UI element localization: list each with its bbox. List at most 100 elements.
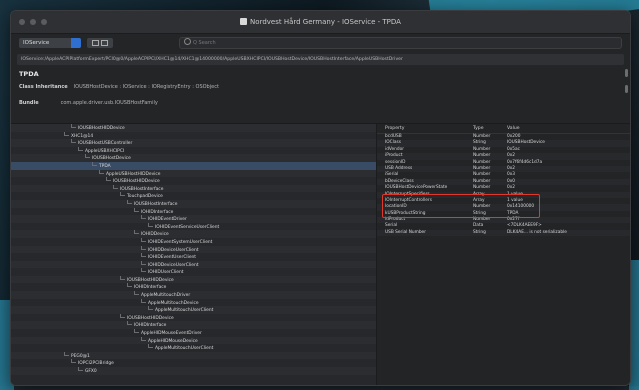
search-field[interactable]: Q Search	[179, 37, 622, 49]
tree-connector-icon	[64, 351, 69, 356]
tree-connector-icon	[78, 146, 83, 151]
tree-row[interactable]: AppleHIDMouseEventDriver	[11, 329, 376, 337]
tree-row-label: IOPCI2PCIBridge	[78, 361, 114, 367]
tree-row[interactable]: IOHIDInterface	[11, 283, 376, 291]
entry-header: TPDA Class Inheritance IOUSBHostDevice : …	[11, 67, 630, 106]
tree-row[interactable]: IOHIDInterface	[11, 207, 376, 216]
tree-connector-icon	[127, 283, 132, 288]
tree-connector-icon	[71, 139, 76, 144]
tree-row-label: IOHIDDeviceUserClient	[148, 262, 199, 268]
tree-row[interactable]: XHC1@14	[11, 131, 376, 140]
tree-row[interactable]: AppleUSBXHCIPCI	[11, 146, 376, 155]
tree-row[interactable]: AppleHIDMouseDevice	[11, 336, 376, 345]
tree-row-label: GFX0	[85, 369, 97, 374]
tree-row[interactable]: IOHIDEventServiceUserClient	[11, 222, 376, 231]
tree-row-label: PEG0@1	[71, 353, 90, 359]
tree-row-label: AppleUSBHostHIDDevice	[106, 171, 161, 177]
tree-connector-icon	[85, 154, 90, 159]
tree-row-label: IOHIDEventServiceUserClient	[155, 224, 220, 230]
tree-row[interactable]: IOHIDEventUserClient	[11, 253, 376, 261]
tree-connector-icon	[106, 177, 111, 182]
tree-connector-icon	[99, 169, 104, 174]
highlight-annotation	[382, 194, 540, 218]
tree-row-label: IOHIDInterface	[141, 209, 174, 215]
tree-connector-icon	[141, 245, 146, 250]
tree-row-label: IOUSBHostInterface	[120, 186, 164, 192]
tree-row[interactable]: IOUSBHostInterface	[11, 199, 376, 208]
properties-pane: Property Type Value bcdUSB Number 0x200 IOC…	[377, 124, 630, 385]
tree-row[interactable]: PEG0@1	[11, 351, 376, 360]
tree-row[interactable]: IOUSBHostUSBController	[11, 139, 376, 147]
tree-row[interactable]: IOHIDDeviceUserClient	[11, 245, 376, 254]
tree-connector-icon	[92, 161, 97, 166]
tree-connector-icon	[127, 321, 132, 326]
tree-connector-icon	[120, 313, 125, 318]
content-panes: IOUSBHostHIDDevice XHC1@14 IOUSBHostUSBCon…	[11, 123, 630, 385]
tree-row[interactable]: IOUSBHostHIDDevice	[11, 313, 376, 322]
tree-row-label: AppleMultitouchUserClient	[155, 346, 214, 352]
title-bar[interactable]: Nordvest Hård Germany - IOService - TPDA	[11, 11, 630, 34]
tree-row[interactable]: IOUSBHostInterface	[11, 184, 376, 193]
header-scroll-down[interactable]	[625, 85, 628, 93]
tree-connector-icon	[71, 124, 76, 128]
tree-row-label: IOHIDEventUserClient	[148, 255, 197, 261]
tree-connector-icon	[148, 344, 153, 349]
tree-connector-icon	[113, 184, 118, 189]
header-scroll-up[interactable]	[625, 69, 628, 77]
tree-row-label: IOUSBHostDevice	[92, 156, 131, 162]
tree-row[interactable]: AppleMultitouchDevice	[11, 298, 376, 307]
tree-row[interactable]: IOHIDInterface	[11, 321, 376, 330]
tree-connector-icon	[148, 306, 153, 311]
tree-connector-icon	[134, 230, 139, 235]
tree-row-label: IOUSBHostHIDDevice	[127, 315, 174, 321]
tree-row[interactable]: AppleUSBHostHIDDevice	[11, 169, 376, 178]
tree-row[interactable]: IOUSBHostDevice	[11, 154, 376, 162]
view-mode-toggle[interactable]	[87, 38, 113, 48]
column-type[interactable]: Type	[473, 124, 507, 133]
tree-row-label: TPDA	[99, 163, 111, 169]
tree-row[interactable]: IOHIDEventSystemUserClient	[11, 237, 376, 246]
path-bar[interactable]: IOService:/AppleACPIPlatformExpert/PCI0@…	[17, 54, 624, 65]
tree-row[interactable]: IOPCI2PCIBridge	[11, 359, 376, 367]
registry-tree[interactable]: IOUSBHostHIDDevice XHC1@14 IOUSBHostUSBCon…	[11, 124, 377, 385]
ioregistry-window: Nordvest Hård Germany - IOService - TPDA…	[10, 10, 631, 386]
column-value[interactable]: Value	[507, 124, 630, 133]
tree-row-label: IOHIDDevice	[141, 232, 169, 238]
tree-connector-icon	[141, 336, 146, 341]
tree-row[interactable]: IOUSBHostHIDDevice	[11, 177, 376, 185]
tree-row[interactable]: IOUSBHostHIDDevice	[11, 124, 376, 132]
tree-row-label: AppleMultitouchDevice	[148, 300, 199, 306]
property-row[interactable]: USB Serial Number String DLK4AE... is not …	[377, 229, 630, 237]
tree-row-label: IOHIDEventSystemUserClient	[148, 239, 213, 245]
property-type: String	[473, 229, 486, 235]
tree-connector-icon	[141, 260, 146, 265]
column-view-icon	[101, 40, 108, 46]
tree-row[interactable]: IOHIDUserClient	[11, 268, 376, 276]
tree-row-label: IOUSBHostHIDDevice	[78, 126, 125, 131]
tree-row[interactable]: AppleMultitouchDriver	[11, 291, 376, 299]
tree-row-label: IOHIDDeviceUserClient	[148, 247, 199, 253]
tree-row-label: TouchpadDevice	[127, 194, 163, 200]
tree-row-label: IOHIDUserClient	[148, 270, 184, 276]
tree-row[interactable]: IOHIDEventDriver	[11, 215, 376, 223]
tree-row[interactable]: IOHIDDeviceUserClient	[11, 260, 376, 269]
tree-row[interactable]: GFX0	[11, 367, 376, 375]
tree-connector-icon	[127, 199, 132, 204]
tree-row[interactable]: IOUSBHostHIDDevice	[11, 275, 376, 284]
tree-row[interactable]: IOHIDDevice	[11, 230, 376, 238]
tree-row[interactable]: AppleMultitouchUserClient	[11, 306, 376, 314]
app-icon	[240, 18, 248, 25]
tree-row-label: AppleUSBXHCIPCI	[85, 148, 125, 154]
plane-select[interactable]: IOService	[19, 38, 81, 48]
property-value: DLK4AE... is not serializable	[507, 229, 567, 235]
tree-row[interactable]: TouchpadDevice	[11, 192, 376, 200]
tree-row-label: IOHIDInterface	[134, 285, 167, 291]
properties-header: Property Type Value	[377, 124, 630, 134]
tree-row-label: IOUSBHostInterface	[134, 201, 178, 207]
column-property[interactable]: Property	[385, 124, 473, 133]
tree-connector-icon	[78, 367, 83, 371]
tree-row[interactable]: TPDA	[11, 161, 376, 170]
tree-row[interactable]: AppleMultitouchUserClient	[11, 344, 376, 352]
tree-row-label: AppleHIDMouseEventDriver	[141, 331, 202, 337]
tree-connector-icon	[141, 237, 146, 242]
